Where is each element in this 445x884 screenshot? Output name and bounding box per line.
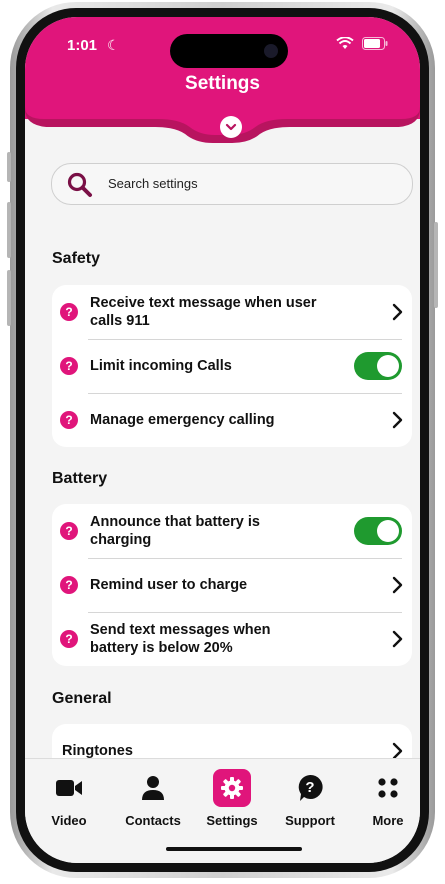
svg-text:?: ? <box>305 779 314 796</box>
toggle-knob <box>377 520 399 542</box>
volume-up-button <box>7 202 11 258</box>
page-title: Settings <box>185 73 260 94</box>
help-icon[interactable]: ? <box>60 411 78 429</box>
setting-label: Announce that battery is charging <box>90 514 260 548</box>
tab-label: Contacts <box>125 813 181 828</box>
tab-settings[interactable]: Settings <box>196 769 268 828</box>
bezel: 1:01 ☾ Settings Search settings Safety ?… <box>16 8 429 872</box>
setting-row-limit-calls[interactable]: ? Limit incoming Calls <box>52 339 412 393</box>
announce-charging-toggle[interactable] <box>354 517 402 545</box>
help-icon[interactable]: ? <box>60 630 78 648</box>
section-title-battery: Battery <box>52 470 108 487</box>
question-bubble-icon: ? <box>298 774 323 801</box>
tab-video[interactable]: Video <box>33 769 105 828</box>
battery-icon <box>362 37 388 50</box>
battery-card: ? Announce that battery is charging ? Re… <box>52 504 412 666</box>
home-indicator[interactable] <box>166 847 302 851</box>
search-icon <box>67 172 92 197</box>
chevron-down-icon <box>225 123 237 131</box>
safety-card: ? Receive text message when user calls 9… <box>52 285 412 447</box>
chevron-right-icon <box>392 411 403 429</box>
dynamic-island <box>170 34 288 68</box>
search-placeholder: Search settings <box>108 176 198 191</box>
collapse-header-button[interactable] <box>220 116 242 138</box>
setting-row-battery-charging[interactable]: ? Announce that battery is charging <box>52 504 412 558</box>
volume-down-button <box>7 270 11 326</box>
person-icon <box>142 776 164 800</box>
tab-support[interactable]: ? Support <box>274 769 346 828</box>
tab-label: Support <box>285 813 335 828</box>
moon-icon: ☾ <box>107 37 120 53</box>
setting-row-text-911[interactable]: ? Receive text message when user calls 9… <box>52 285 412 339</box>
setting-label: Receive text message when user calls 911 <box>90 295 317 329</box>
chevron-right-icon <box>392 576 403 594</box>
tab-more[interactable]: More <box>352 769 420 828</box>
chevron-right-icon <box>392 630 403 648</box>
setting-row-low-battery-text[interactable]: ? Send text messages when battery is bel… <box>52 612 412 666</box>
screen: 1:01 ☾ Settings Search settings Safety ?… <box>25 17 420 863</box>
tab-bar: Video Contacts Settings ? Support More <box>25 758 420 863</box>
help-icon[interactable]: ? <box>60 522 78 540</box>
setting-row-emergency-calling[interactable]: ? Manage emergency calling <box>52 393 412 447</box>
tab-label: More <box>372 813 404 828</box>
phone-frame: 1:01 ☾ Settings Search settings Safety ?… <box>7 2 438 878</box>
grid-dots-icon <box>378 778 398 798</box>
gear-icon <box>221 777 243 799</box>
status-time: 1:01 <box>67 37 98 54</box>
setting-label: Remind user to charge <box>90 577 248 593</box>
search-input[interactable]: Search settings <box>51 163 413 205</box>
help-icon[interactable]: ? <box>60 303 78 321</box>
status-icons <box>336 37 388 50</box>
active-tab-highlight <box>213 769 251 807</box>
mute-switch <box>7 152 11 182</box>
video-icon <box>56 780 82 796</box>
setting-label: Manage emergency calling <box>90 412 275 428</box>
tab-label: Settings <box>206 813 258 828</box>
wifi-icon <box>336 37 354 49</box>
section-title-safety: Safety <box>52 250 101 267</box>
help-icon[interactable]: ? <box>60 576 78 594</box>
setting-label: Limit incoming Calls <box>90 358 232 374</box>
chevron-right-icon <box>392 303 403 321</box>
setting-row-remind-charge[interactable]: ? Remind user to charge <box>52 558 412 612</box>
tab-contacts[interactable]: Contacts <box>117 769 189 828</box>
power-button <box>434 222 438 308</box>
limit-calls-toggle[interactable] <box>354 352 402 380</box>
help-icon[interactable]: ? <box>60 357 78 375</box>
toggle-knob <box>377 355 399 377</box>
setting-label: Send text messages when battery is below… <box>90 622 271 656</box>
camera-icon <box>264 44 278 58</box>
tab-label: Video <box>51 813 87 828</box>
section-title-general: General <box>52 690 112 707</box>
